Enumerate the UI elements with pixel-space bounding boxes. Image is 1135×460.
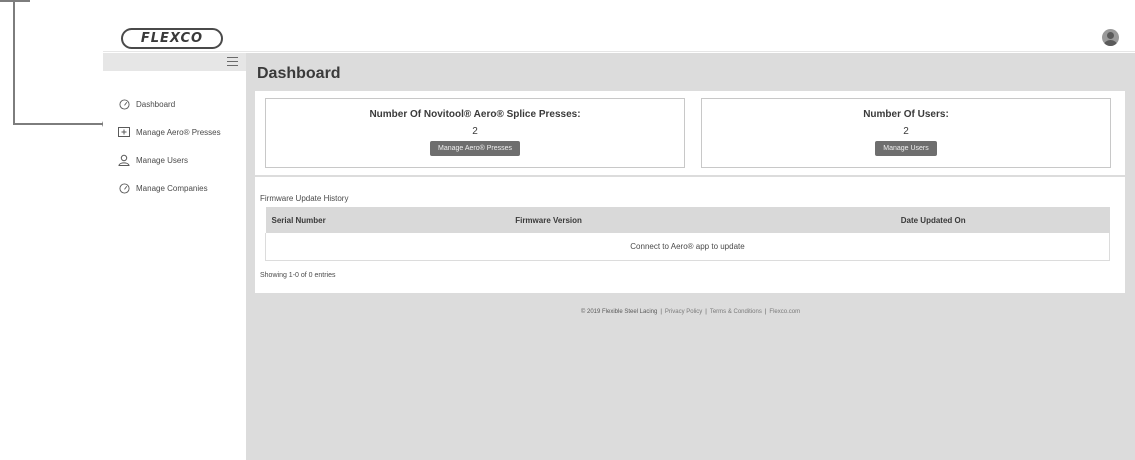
column-header-date[interactable]: Date Updated On	[894, 207, 1110, 233]
terms-link[interactable]: Terms & Conditions	[710, 309, 762, 315]
flexco-logo[interactable]: FLEXCO	[121, 28, 223, 49]
sidebar: Dashboard Manage Aero® Presses Manage Us…	[103, 53, 246, 460]
manage-presses-button[interactable]: Manage Aero® Presses	[429, 141, 521, 156]
callout-horizontal-line	[13, 123, 106, 125]
privacy-policy-link[interactable]: Privacy Policy	[665, 309, 702, 315]
footer-copyright: © 2019 Flexible Steel Lacing	[580, 309, 658, 315]
table-header-row: Serial Number Firmware Version Date Upda…	[265, 207, 1110, 233]
stat-title: Number Of Users:	[863, 109, 949, 120]
footer: © 2019 Flexible Steel Lacing | Privacy Pol…	[246, 309, 1135, 315]
sidebar-nav: Dashboard Manage Aero® Presses Manage Us…	[103, 90, 246, 202]
empty-table-message: Connect to Aero® app to update	[265, 233, 1110, 261]
sidebar-item-label: Dashboard	[136, 99, 176, 109]
column-header-serial[interactable]: Serial Number	[265, 207, 516, 233]
user-avatar[interactable]	[1102, 29, 1119, 46]
manage-users-button[interactable]: Manage Users	[875, 141, 937, 156]
main-content: Dashboard Number Of Novitool® Aero® Spli…	[246, 53, 1135, 460]
sidebar-item-label: Manage Users	[136, 155, 189, 165]
firmware-table: Serial Number Firmware Version Date Upda…	[265, 207, 1110, 261]
users-stat-card: Number Of Users: 2 Manage Users	[701, 98, 1111, 168]
footer-separator: |	[705, 309, 707, 315]
sidebar-item-label: Manage Aero® Presses	[136, 127, 221, 137]
footer-separator: |	[660, 309, 662, 315]
sidebar-item-manage-users[interactable]: Manage Users	[103, 146, 246, 174]
gauge-icon	[118, 182, 130, 194]
firmware-history-panel: Firmware Update History Serial Number Fi…	[255, 177, 1125, 293]
user-icon	[118, 154, 130, 166]
stat-value: 2	[472, 126, 478, 137]
sidebar-item-label: Manage Companies	[136, 183, 208, 193]
column-header-firmware[interactable]: Firmware Version	[515, 207, 895, 233]
sidebar-header	[103, 53, 246, 71]
table-row: Connect to Aero® app to update	[265, 233, 1110, 261]
top-bar: FLEXCO	[103, 10, 1135, 52]
stats-panel: Number Of Novitool® Aero® Splice Presses…	[255, 91, 1125, 175]
presses-stat-card: Number Of Novitool® Aero® Splice Presses…	[265, 98, 685, 168]
page-title: Dashboard	[257, 65, 341, 82]
callout-top-line	[0, 0, 30, 2]
app-window: FLEXCO Dashboard Manage Aero® Presses Ma…	[103, 10, 1135, 460]
sidebar-item-dashboard[interactable]: Dashboard	[103, 90, 246, 118]
entries-count: Showing 1-0 of 0 entries	[260, 272, 336, 279]
press-icon	[118, 126, 130, 138]
stat-value: 2	[903, 126, 909, 137]
stat-title: Number Of Novitool® Aero® Splice Presses…	[369, 109, 581, 120]
gauge-icon	[118, 98, 130, 110]
hamburger-menu-icon[interactable]	[227, 57, 238, 66]
sidebar-item-manage-presses[interactable]: Manage Aero® Presses	[103, 118, 246, 146]
callout-vertical-line	[13, 0, 15, 124]
sidebar-item-manage-companies[interactable]: Manage Companies	[103, 174, 246, 202]
logo-text: FLEXCO	[140, 31, 204, 46]
flexco-site-link[interactable]: Flexco.com	[769, 309, 800, 315]
footer-separator: |	[764, 309, 767, 315]
section-label: Firmware Update History	[260, 194, 349, 203]
